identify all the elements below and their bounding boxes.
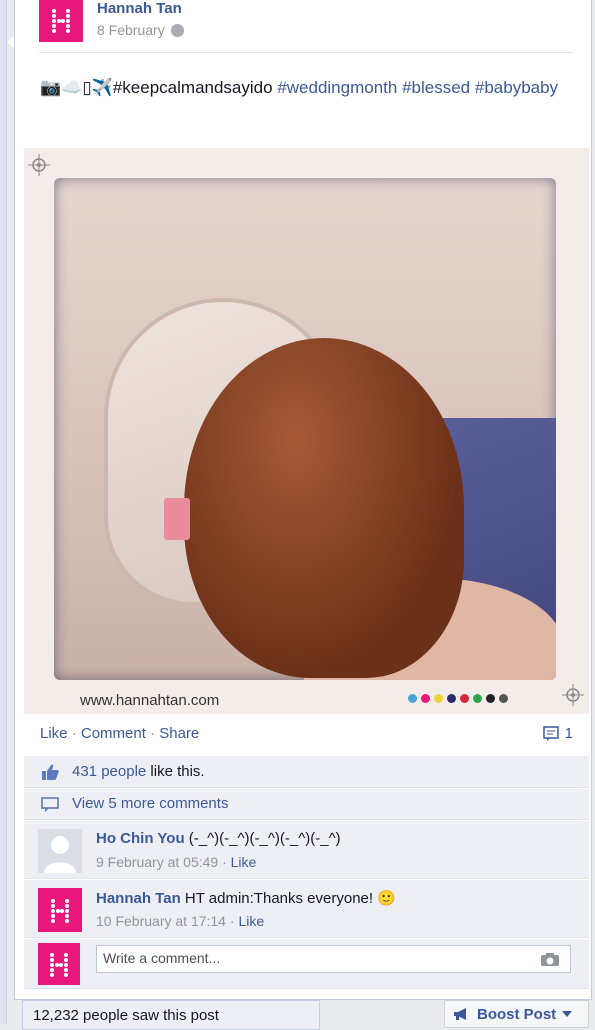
comment-icon: [542, 725, 559, 741]
comment-body: Ho Chin You (-_^)(-_^)(-_^)(-_^)(-_^): [96, 830, 341, 847]
chevron-down-icon: [562, 1011, 573, 1017]
author-avatar[interactable]: [39, 0, 83, 42]
view-more-row[interactable]: View 5 more comments: [24, 789, 589, 820]
comment-time[interactable]: 9 February at 05:49: [96, 854, 218, 870]
camera-icon[interactable]: [540, 952, 560, 967]
speech-bubble-icon: [41, 797, 59, 812]
post-actions: Like · Comment · Share: [40, 725, 200, 742]
hashtag-link[interactable]: #babybaby: [475, 78, 558, 97]
crosshair-icon: [562, 684, 584, 706]
post-text: 📷☁️▯✈️#keepcalmandsayido #weddingmonth #…: [40, 75, 560, 101]
comment-text: HT admin:Thanks everyone! 🙂: [184, 890, 396, 907]
likes-count-link[interactable]: 431 people: [72, 763, 146, 780]
comment-meta: 9 February at 05:49 · Like: [96, 854, 257, 870]
hashtag-link[interactable]: #weddingmonth: [277, 78, 397, 97]
timeline-spine: [0, 0, 7, 1024]
commenter-avatar[interactable]: [38, 888, 82, 932]
comment-like-link[interactable]: Like: [238, 913, 264, 929]
comment-count[interactable]: 1: [542, 725, 573, 742]
likes-suffix: like this.: [146, 763, 205, 780]
hashtag-link[interactable]: #blessed: [402, 78, 470, 97]
phone: [164, 498, 190, 540]
photo-watermark: www.hannahtan.com: [80, 692, 220, 709]
boost-post-label: Boost Post: [477, 1005, 557, 1023]
globe-icon: [170, 23, 184, 37]
comment-placeholder: Write a comment...: [103, 950, 221, 966]
post-text-main: 📷☁️▯✈️#keepcalmandsayido: [40, 78, 273, 97]
comment-author[interactable]: Hannah Tan: [96, 890, 181, 907]
color-dots: [408, 694, 508, 703]
comment-item: Ho Chin You (-_^)(-_^)(-_^)(-_^)(-_^) 9 …: [24, 821, 589, 879]
comment-author[interactable]: Ho Chin You: [96, 830, 185, 847]
likes-text: 431 people like this.: [72, 763, 205, 780]
divider: [39, 52, 573, 53]
comment-like-link[interactable]: Like: [231, 854, 257, 870]
comment-input[interactable]: Write a comment...: [96, 945, 571, 973]
comment-link[interactable]: Comment: [81, 725, 146, 742]
likes-row: 431 people like this.: [24, 756, 589, 788]
default-avatar[interactable]: [38, 829, 82, 873]
h-logo-icon: [51, 899, 69, 923]
h-logo-icon: [50, 953, 68, 977]
post-photo[interactable]: www.hannahtan.com: [24, 148, 589, 714]
viewer-avatar: [38, 943, 80, 985]
comment-time[interactable]: 10 February at 17:14: [96, 913, 226, 929]
megaphone-icon: [454, 1008, 466, 1020]
comment-meta: 10 February at 17:14 · Like: [96, 913, 265, 929]
post-reach[interactable]: 12,232 people saw this post: [22, 1000, 320, 1030]
thumbs-up-icon: [42, 764, 59, 780]
photo-image: [54, 178, 556, 680]
post-date-text[interactable]: 8 February: [97, 22, 165, 38]
like-link[interactable]: Like: [40, 725, 68, 742]
share-link[interactable]: Share: [159, 725, 199, 742]
post-date[interactable]: 8 February: [97, 22, 184, 38]
person-silhouette-icon: [44, 836, 76, 873]
view-more-comments-link[interactable]: View 5 more comments: [72, 795, 228, 812]
comment-text: (-_^)(-_^)(-_^)(-_^)(-_^): [188, 830, 341, 847]
write-comment-row: Write a comment...: [24, 939, 589, 989]
comment-item: Hannah Tan HT admin:Thanks everyone! 🙂 1…: [24, 880, 589, 938]
h-logo-icon: [52, 9, 70, 33]
crosshair-icon: [28, 154, 50, 176]
comment-body: Hannah Tan HT admin:Thanks everyone! 🙂: [96, 889, 396, 907]
post-author[interactable]: Hannah Tan: [97, 0, 182, 17]
hair: [184, 338, 464, 678]
comment-count-value[interactable]: 1: [565, 725, 573, 742]
